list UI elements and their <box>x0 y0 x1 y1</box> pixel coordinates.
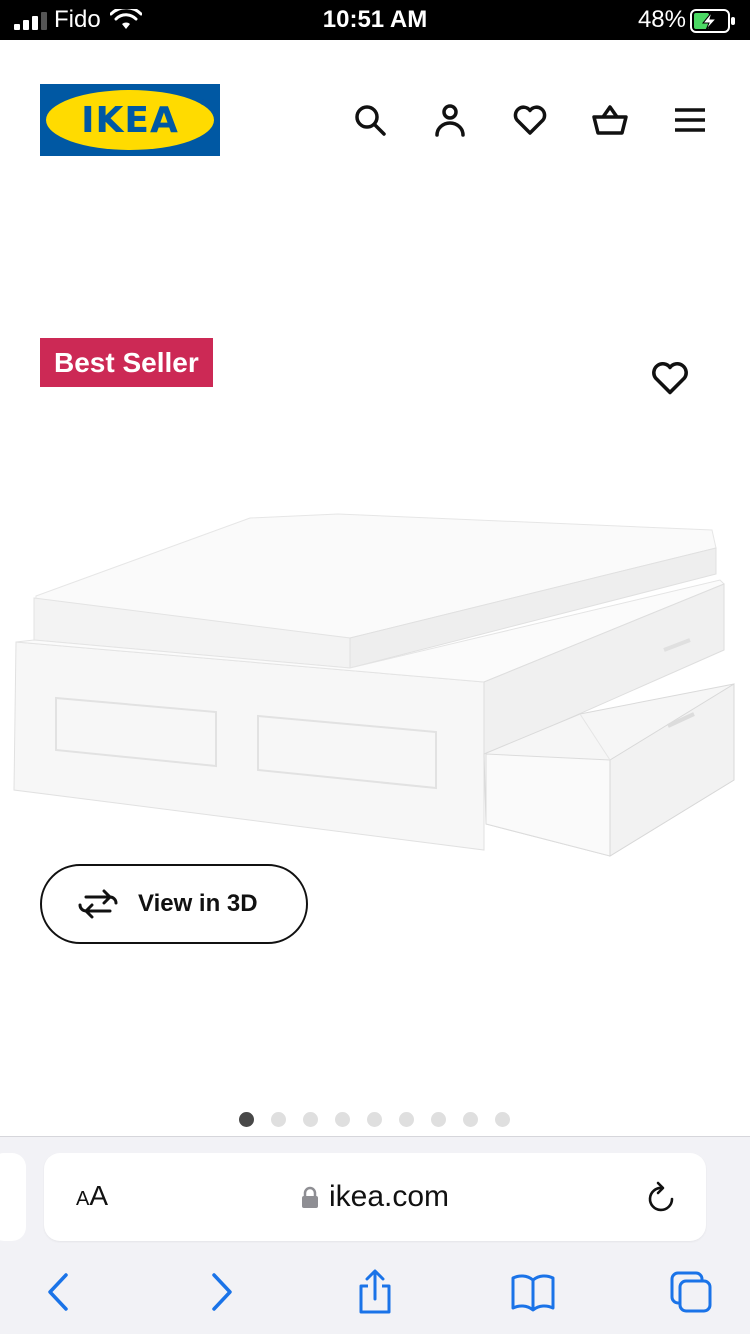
site-header: IKEA ® <box>0 40 750 200</box>
shopping-basket-button[interactable] <box>590 100 630 140</box>
gallery-dot[interactable] <box>495 1112 510 1127</box>
wishlist-icon <box>513 105 547 135</box>
bookmarks-button[interactable] <box>508 1267 558 1317</box>
back-icon <box>48 1273 68 1311</box>
gallery-dot-active[interactable] <box>239 1112 254 1127</box>
battery-charging-icon <box>690 9 735 33</box>
product-image[interactable] <box>0 500 750 870</box>
reload-icon[interactable] <box>644 1177 680 1217</box>
gallery-dot[interactable] <box>335 1112 350 1127</box>
address-bar[interactable]: AA ikea.com <box>44 1153 706 1241</box>
forward-button[interactable] <box>196 1267 246 1317</box>
share-button[interactable] <box>350 1267 400 1317</box>
gallery-dot[interactable] <box>367 1112 382 1127</box>
logo-text: IKEA <box>81 99 179 141</box>
gallery-dot[interactable] <box>271 1112 286 1127</box>
account-icon <box>435 104 465 137</box>
heart-outline-icon <box>652 362 688 395</box>
best-seller-badge: Best Seller <box>40 338 213 387</box>
forward-icon <box>212 1273 232 1311</box>
url-text: ikea.com <box>328 1180 450 1213</box>
menu-icon <box>675 108 705 132</box>
share-icon <box>359 1269 391 1314</box>
gallery-dot[interactable] <box>303 1112 318 1127</box>
image-gallery-pagination <box>0 1112 750 1128</box>
view-in-3d-button[interactable]: View in 3D <box>40 864 308 944</box>
previous-tab-peek[interactable] <box>0 1153 26 1241</box>
shopping-basket-icon <box>592 105 628 135</box>
url-display[interactable]: ikea.com <box>44 1181 706 1213</box>
browser-toolbar: AA ikea.com <box>0 1136 750 1334</box>
ikea-logo[interactable]: IKEA ® <box>40 84 220 156</box>
status-bar: Fido 10:51 AM 48% <box>0 0 750 40</box>
wishlist-button[interactable] <box>510 100 550 140</box>
menu-button[interactable] <box>670 100 710 140</box>
logo-registered-mark: ® <box>200 98 206 107</box>
rotate-arrows-icon <box>78 889 118 919</box>
search-icon <box>355 105 386 136</box>
gallery-dot[interactable] <box>399 1112 414 1127</box>
lock-icon <box>301 1186 318 1208</box>
account-button[interactable] <box>430 100 470 140</box>
back-button[interactable] <box>34 1267 84 1317</box>
tabs-button[interactable] <box>666 1267 716 1317</box>
view-in-3d-label: View in 3D <box>138 890 258 917</box>
gallery-dot[interactable] <box>431 1112 446 1127</box>
gallery-dot[interactable] <box>463 1112 478 1127</box>
tabs-icon <box>670 1271 712 1313</box>
bookmarks-icon <box>511 1274 555 1312</box>
add-to-favorites-button[interactable] <box>648 356 692 400</box>
battery-percent: 48% <box>637 6 686 33</box>
search-button[interactable] <box>350 100 390 140</box>
